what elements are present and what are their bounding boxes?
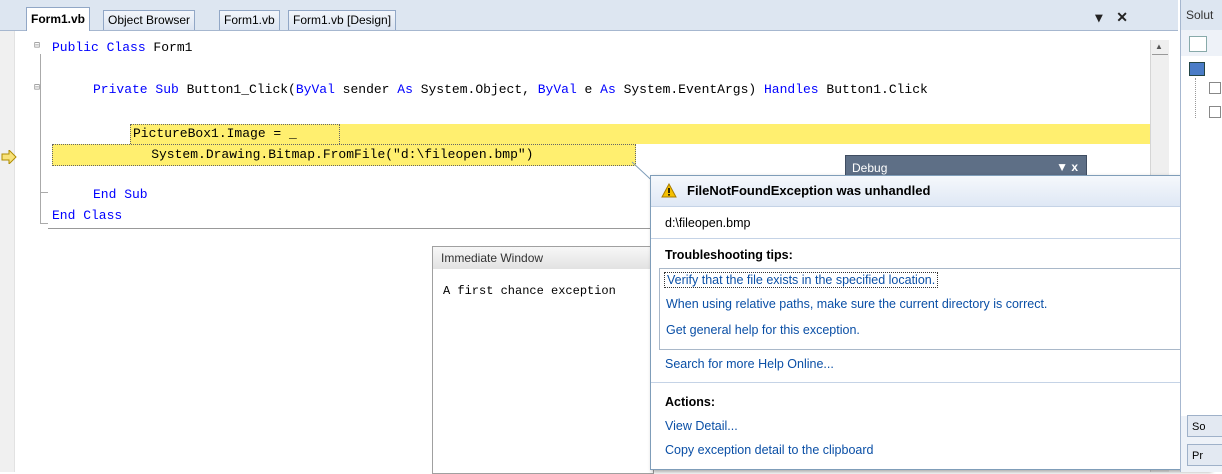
tab-form1-vb-2[interactable]: Form1.vb [219, 10, 280, 30]
current-statement-arrow-icon [1, 148, 17, 167]
collapse-icon[interactable]: ⊟ [34, 40, 40, 51]
tab-form1-design[interactable]: Form1.vb [Design] [288, 10, 397, 30]
keyword: End Class [52, 208, 123, 223]
solution-tree[interactable] [1181, 56, 1222, 416]
keyword: As [600, 82, 616, 97]
code-text: e [576, 82, 601, 97]
exception-message: d:\fileopen.bmp [665, 216, 751, 230]
outline-line [40, 223, 48, 224]
debug-window-title: Debug [852, 161, 888, 175]
solution-explorer-title: Solut [1181, 0, 1222, 30]
troubleshooting-heading: Troubleshooting tips: [665, 248, 793, 262]
code-line-4[interactable]: System.Drawing.Bitmap.FromFile("d:\fileo… [120, 147, 533, 163]
exception-header: FileNotFoundException was unhandled ✕ [651, 176, 1209, 207]
code-line-6[interactable]: End Class [52, 208, 122, 224]
actions-heading: Actions: [665, 395, 715, 409]
code-line-3[interactable]: PictureBox1.Image = _ [133, 126, 297, 142]
keyword: ByVal [295, 82, 335, 97]
outline-line [40, 54, 41, 224]
divider [651, 238, 1209, 239]
file-icon [1209, 82, 1221, 94]
code-line-1[interactable]: Public Class Form1 [52, 40, 192, 56]
troubleshooting-tips-list[interactable]: Verify that the file exists in the speci… [659, 268, 1201, 350]
solution-tab[interactable]: So [1187, 415, 1222, 437]
tab-dropdown-icon[interactable]: ▾ [1095, 9, 1102, 25]
immediate-window[interactable]: Immediate Window A first chance exceptio… [432, 246, 654, 474]
code-text: System.Object, [412, 82, 538, 97]
tip-link[interactable]: Get general help for this exception. [666, 323, 860, 337]
divider [651, 382, 1209, 383]
document-tab-strip: Form1.vb Object Browser Form1.vb Form1.v… [0, 0, 1178, 31]
editor-margin [0, 31, 15, 472]
tab-controls: ▾ ✕ [1095, 9, 1128, 26]
tip-link[interactable]: When using relative paths, make sure the… [666, 297, 1047, 311]
keyword: Public Class [52, 40, 146, 55]
keyword: End Sub [93, 187, 148, 202]
tab-object-browser[interactable]: Object Browser [103, 10, 196, 30]
code-text: System.EventArgs) [615, 82, 764, 97]
keyword: ByVal [537, 82, 577, 97]
copy-exception-detail-link[interactable]: Copy exception detail to the clipboard [665, 443, 873, 457]
debug-window-controls[interactable]: ▼ x [1056, 160, 1078, 174]
project-icon [1189, 62, 1205, 76]
code-text: Form1 [145, 40, 193, 55]
code-text: sender [334, 82, 398, 97]
exception-assistant-dialog[interactable]: FileNotFoundException was unhandled ✕ d:… [650, 175, 1210, 470]
keyword: As [397, 82, 413, 97]
keyword: Handles [764, 82, 819, 97]
code-line-5[interactable]: End Sub [93, 187, 148, 203]
code-text: Button1.Click [818, 82, 928, 97]
tab-form1-vb[interactable]: Form1.vb [26, 7, 91, 31]
outline-line [40, 192, 48, 193]
tree-line [1195, 78, 1197, 118]
properties-tab[interactable]: Pr [1187, 444, 1222, 466]
tip-link[interactable]: Verify that the file exists in the speci… [664, 272, 939, 288]
view-detail-link[interactable]: View Detail... [665, 419, 738, 433]
solution-explorer[interactable]: Solut So Pr [1180, 0, 1222, 472]
immediate-window-title: Immediate Window [433, 247, 653, 269]
keyword: Private Sub [93, 82, 179, 97]
code-line-2[interactable]: Private Sub Button1_Click(ByVal sender A… [93, 82, 928, 98]
immediate-window-content[interactable]: A first chance exception [443, 283, 616, 299]
tab-close-icon[interactable]: ✕ [1116, 9, 1128, 25]
search-help-online-link[interactable]: Search for more Help Online... [665, 357, 834, 371]
warning-icon [661, 182, 677, 201]
code-text: Button1_Click( [178, 82, 296, 97]
properties-icon[interactable] [1189, 36, 1207, 52]
file-icon [1209, 106, 1221, 118]
scroll-splitter[interactable] [1152, 40, 1168, 55]
exception-title: FileNotFoundException was unhandled [687, 183, 931, 198]
